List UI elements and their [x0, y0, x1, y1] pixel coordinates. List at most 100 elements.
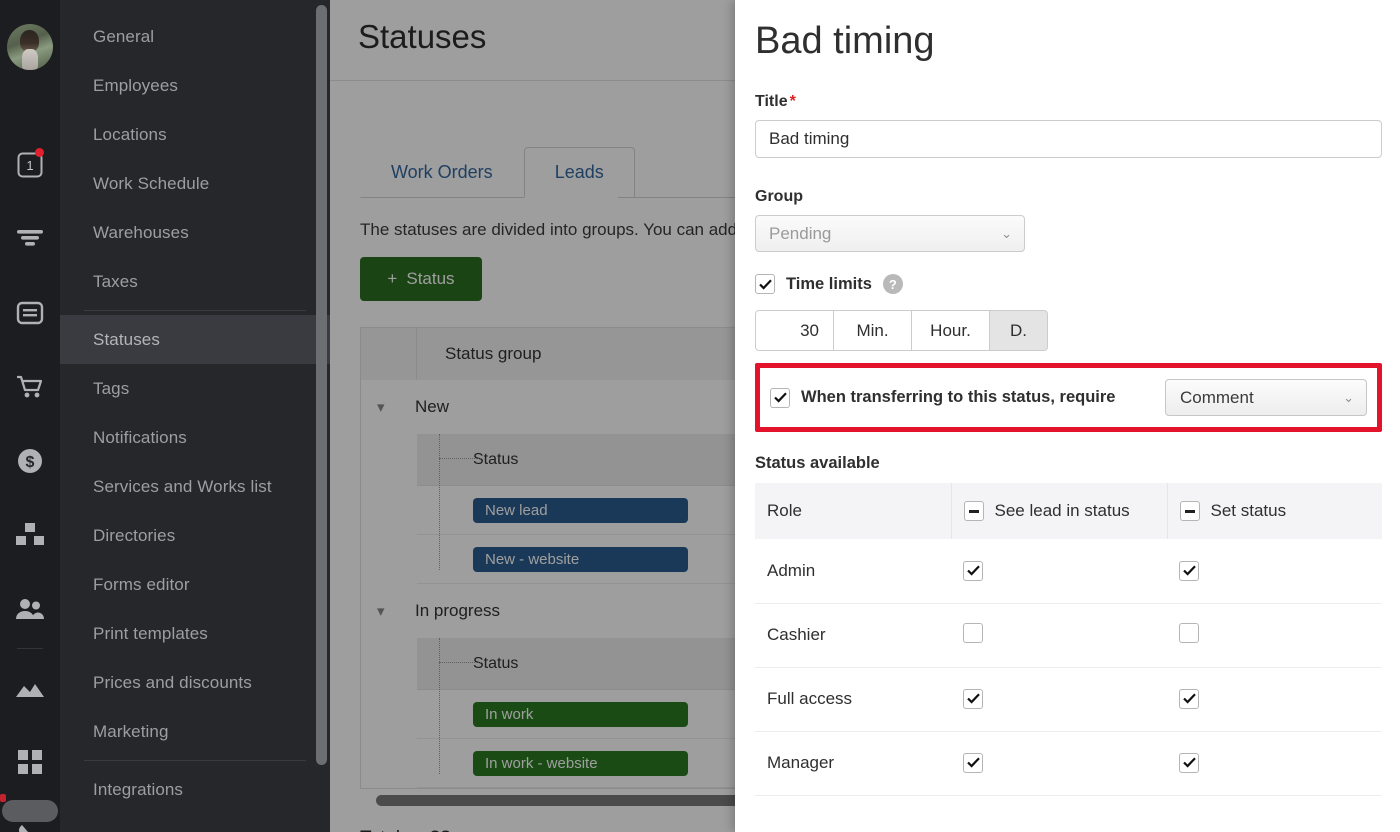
see-lead-checkbox[interactable]	[963, 560, 983, 581]
menu-label: Employees	[93, 75, 178, 95]
see-lead-checkbox[interactable]	[963, 622, 983, 643]
sidebar-item-work-schedule[interactable]: Work Schedule	[60, 159, 330, 208]
sidebar-item-statuses[interactable]: Statuses	[60, 315, 330, 364]
menu-label: Statuses	[93, 329, 160, 349]
see-lead-cell	[951, 603, 1167, 668]
rail-icon-list: 1 $	[0, 128, 60, 832]
role-name: Cashier	[755, 603, 951, 668]
icon-rail: 1 $	[0, 0, 60, 832]
group-select[interactable]: Pending ⌄	[755, 215, 1025, 252]
unit-minutes-button[interactable]: Min.	[833, 310, 912, 351]
sidebar-item-taxes[interactable]: Taxes	[60, 257, 330, 306]
set-status-checkbox[interactable]	[1179, 622, 1199, 643]
set-status-checkbox[interactable]	[1179, 752, 1199, 773]
see-lead-cell	[951, 539, 1167, 604]
menu-label: Taxes	[93, 271, 138, 291]
require-on-transfer-label: When transferring to this status, requir…	[801, 388, 1116, 406]
menu-label: Integrations	[93, 779, 184, 799]
set-status-toggle-all-checkbox[interactable]	[1179, 501, 1200, 521]
role-name: Admin	[755, 539, 951, 604]
table-row: Full access	[755, 667, 1382, 732]
funnel-icon[interactable]	[0, 202, 60, 276]
sidebar-item-integrations[interactable]: Integrations	[60, 765, 330, 814]
sidebar-item-tags[interactable]: Tags	[60, 364, 330, 413]
require-type-select[interactable]: Comment ⌄	[1165, 379, 1367, 416]
people-icon[interactable]	[0, 572, 60, 646]
require-type-value: Comment	[1180, 387, 1254, 407]
sidebar-item-locations[interactable]: Locations	[60, 110, 330, 159]
time-limits-label: Time limits	[786, 274, 872, 293]
table-header-row: Role See lead in status Set status	[755, 483, 1382, 539]
boxes-inventory-icon[interactable]	[0, 498, 60, 572]
set-status-cell	[1167, 603, 1382, 668]
cart-icon[interactable]	[0, 350, 60, 424]
table-row: Admin	[755, 539, 1382, 604]
sidebar-item-api[interactable]: API	[60, 814, 330, 832]
rail-divider	[17, 648, 43, 649]
menu-scrollbar[interactable]	[316, 5, 327, 765]
see-lead-toggle-all-checkbox[interactable]	[963, 501, 984, 521]
title-input[interactable]: Bad timing	[755, 120, 1382, 158]
help-icon[interactable]: ?	[882, 274, 903, 294]
required-marker: *	[789, 93, 796, 110]
set-status-cell	[1167, 539, 1382, 604]
see-lead-checkbox[interactable]	[963, 688, 983, 709]
unit-hours-button[interactable]: Hour.	[911, 310, 990, 351]
tasks-counter-icon[interactable]: 1	[0, 128, 60, 202]
sidebar-item-notifications[interactable]: Notifications	[60, 413, 330, 462]
set-status-cell	[1167, 731, 1382, 796]
rail-bottom-handle[interactable]	[2, 800, 58, 822]
rail-alert-marker	[0, 794, 6, 802]
time-amount-input[interactable]: 30	[755, 310, 834, 351]
sidebar-item-prices-discounts[interactable]: Prices and discounts	[60, 658, 330, 707]
menu-label: Forms editor	[93, 574, 190, 594]
see-lead-checkbox[interactable]	[963, 752, 983, 773]
menu-label: Work Schedule	[93, 173, 210, 193]
sidebar-item-print-templates[interactable]: Print templates	[60, 609, 330, 658]
menu-label: Notifications	[93, 427, 187, 447]
alert-dot-icon	[35, 148, 44, 157]
menu-label: Locations	[93, 124, 167, 144]
app-root: 1 $ General Employees Locations Work Sch…	[0, 0, 1400, 832]
role-column-label: Role	[767, 501, 802, 520]
sidebar-item-employees[interactable]: Employees	[60, 61, 330, 110]
grid-dashboard-icon[interactable]	[0, 725, 60, 799]
set-status-checkbox[interactable]	[1179, 688, 1199, 709]
menu-label: Tags	[93, 378, 130, 398]
dollar-circle-icon[interactable]: $	[0, 424, 60, 498]
sidebar-item-forms-editor[interactable]: Forms editor	[60, 560, 330, 609]
group-select-value: Pending	[769, 223, 832, 243]
set-status-column-label: Set status	[1210, 501, 1287, 520]
status-edit-panel: Bad timing Title * Bad timing Group Pendi…	[735, 0, 1400, 832]
sidebar-item-warehouses[interactable]: Warehouses	[60, 208, 330, 257]
role-permissions-table: Role See lead in status Set status Admin…	[755, 483, 1382, 796]
chevron-down-icon: ⌄	[1343, 389, 1354, 405]
role-column-header: Role	[755, 483, 952, 539]
sidebar-item-services-works[interactable]: Services and Works list	[60, 462, 330, 511]
group-field-label: Group	[755, 188, 803, 205]
menu-label: Print templates	[93, 623, 208, 643]
status-available-title: Status available	[755, 454, 880, 472]
unit-days-button[interactable]: D.	[989, 310, 1048, 351]
menu-divider	[84, 760, 306, 761]
menu-label: Marketing	[93, 721, 169, 741]
sidebar-item-general[interactable]: General	[60, 12, 330, 61]
require-on-transfer-checkbox[interactable]	[770, 387, 790, 408]
analytics-chart-icon[interactable]	[0, 651, 60, 725]
set-status-checkbox[interactable]	[1179, 560, 1199, 581]
see-lead-column-header: See lead in status	[951, 483, 1168, 539]
time-limits-row: Time limits ?	[755, 274, 1382, 294]
table-row: Manager	[755, 731, 1382, 796]
see-lead-column-label: See lead in status	[994, 501, 1130, 520]
message-icon[interactable]	[0, 276, 60, 350]
avatar[interactable]	[7, 24, 53, 70]
menu-label: API	[93, 829, 121, 832]
menu-label: Warehouses	[93, 222, 189, 242]
menu-divider	[84, 310, 306, 311]
sidebar-item-directories[interactable]: Directories	[60, 511, 330, 560]
menu-label: Prices and discounts	[93, 672, 252, 692]
time-limits-checkbox[interactable]	[755, 274, 775, 294]
sidebar-item-marketing[interactable]: Marketing	[60, 707, 330, 756]
svg-text:1: 1	[26, 158, 33, 173]
table-row: Cashier	[755, 603, 1382, 668]
